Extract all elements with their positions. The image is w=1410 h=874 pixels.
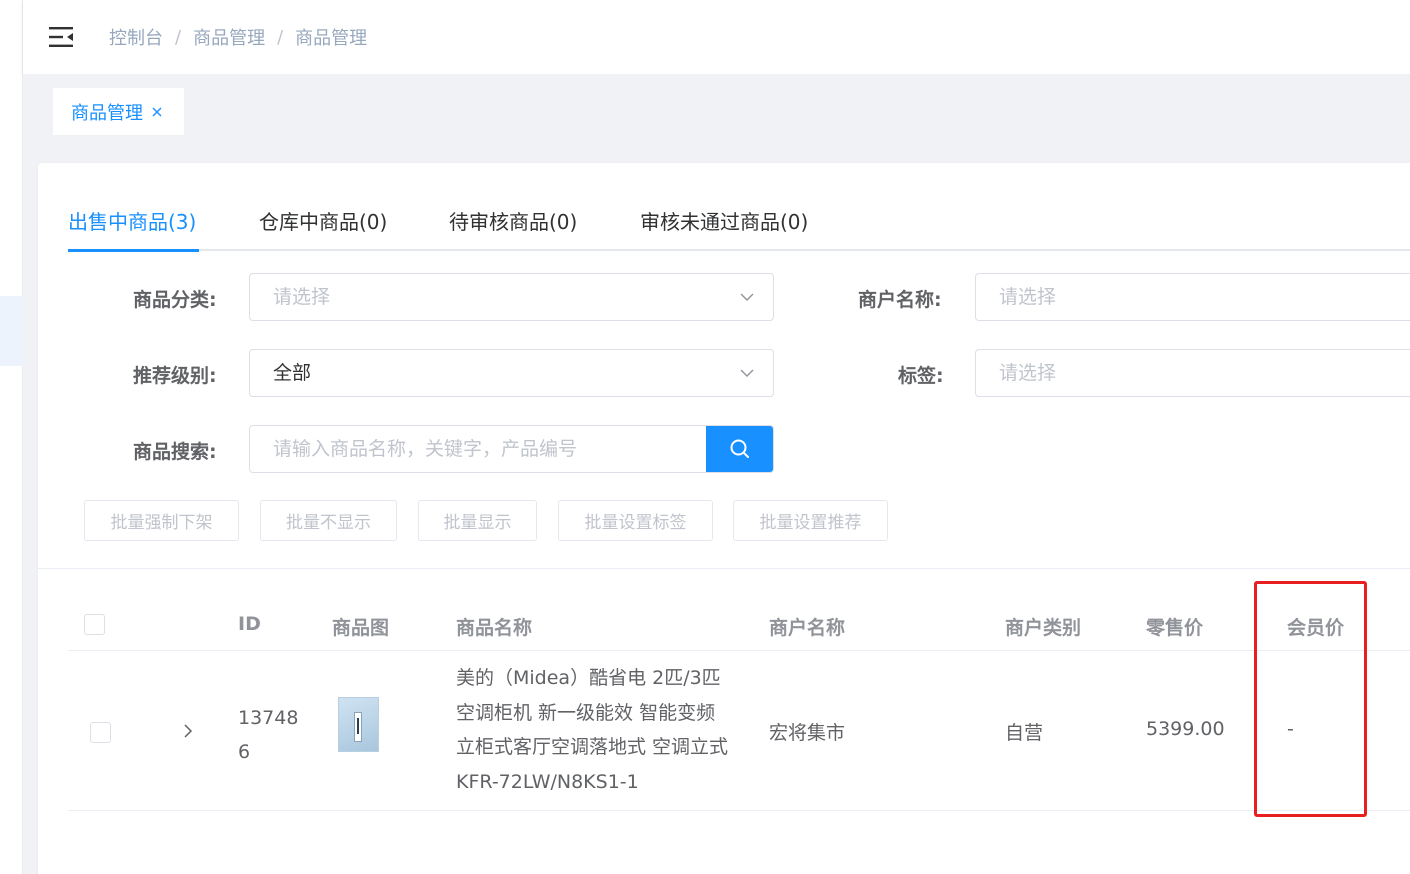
cell-id-line: 13748 [238, 707, 299, 729]
search-group [249, 425, 774, 473]
table-row[interactable]: 13748 6 美的（Midea）酷省电 2匹/3匹 空调柜机 新一级能效 智能… [68, 651, 1410, 811]
row-checkbox[interactable] [90, 722, 111, 743]
recommend-label: 推荐级别: [133, 365, 217, 387]
tab-review-rejected[interactable]: 审核未通过商品(0) [640, 207, 808, 251]
search-input[interactable] [250, 426, 707, 472]
close-icon[interactable] [151, 106, 163, 118]
cell-member-price: - [1287, 718, 1294, 740]
batch-hide-button[interactable]: 批量不显示 [260, 500, 397, 541]
cell-merchant: 宏将集市 [769, 722, 846, 744]
product-name-line: 立柜式客厅空调落地式 空调立式 [456, 736, 729, 758]
tab-on-sale[interactable]: 出售中商品(3) [68, 207, 196, 251]
column-name: 商品名称 [456, 617, 533, 639]
column-merchant: 商户名称 [769, 617, 846, 639]
select-all-checkbox[interactable] [84, 614, 105, 635]
category-label: 商品分类: [133, 289, 217, 311]
product-thumbnail[interactable] [338, 697, 379, 752]
cell-merchant-type: 自营 [1005, 722, 1044, 744]
breadcrumb-item-current: 商品管理 [295, 28, 368, 49]
search-label: 商品搜索: [133, 441, 217, 463]
merchant-label: 商户名称: [858, 289, 942, 311]
menu-fold-icon[interactable] [49, 26, 75, 48]
batch-set-recommend-button[interactable]: 批量设置推荐 [733, 500, 888, 541]
breadcrumb-separator: / [175, 26, 182, 48]
tag-filter-label: 标签: [898, 365, 944, 387]
product-name-line: 美的（Midea）酷省电 2匹/3匹 [456, 667, 721, 689]
table-header: ID 商品图 商品名称 商户名称 商户类别 零售价 会员价 [68, 595, 1410, 651]
tag-select[interactable]: 请选择 [975, 349, 1410, 397]
tab-active-indicator [68, 249, 199, 252]
sidebar-collapsed [0, 0, 23, 874]
section-divider [38, 568, 1410, 569]
batch-force-offshelf-button[interactable]: 批量强制下架 [84, 500, 239, 541]
chevron-right-icon[interactable] [180, 723, 196, 739]
tab-in-warehouse[interactable]: 仓库中商品(0) [259, 207, 387, 251]
status-tabs: 出售中商品(3) 仓库中商品(0) 待审核商品(0) 审核未通过商品(0) [68, 207, 1410, 252]
cell-id: 13748 6 [238, 701, 298, 769]
breadcrumb-item-goods[interactable]: 商品管理 [193, 24, 265, 50]
column-image: 商品图 [332, 617, 390, 639]
sidebar-active-item[interactable] [0, 296, 23, 366]
category-select[interactable]: 请选择 [249, 273, 774, 321]
batch-set-tags-button[interactable]: 批量设置标签 [558, 500, 713, 541]
column-member-price: 会员价 [1287, 617, 1345, 639]
tag-placeholder: 请选择 [999, 362, 1057, 384]
product-name-line: KFR-72LW/N8KS1-1 [456, 770, 639, 793]
cell-product-name: 美的（Midea）酷省电 2匹/3匹 空调柜机 新一级能效 智能变频 立柜式客厅… [456, 661, 728, 799]
tab-pending-review[interactable]: 待审核商品(0) [449, 207, 577, 251]
column-id: ID [238, 613, 261, 635]
product-name-line: 空调柜机 新一级能效 智能变频 [456, 701, 716, 724]
thumbnail-product-detail [357, 718, 359, 734]
recommend-value: 全部 [273, 362, 312, 384]
main-card: 出售中商品(3) 仓库中商品(0) 待审核商品(0) 审核未通过商品(0) 商品… [38, 163, 1410, 874]
merchant-placeholder: 请选择 [999, 286, 1057, 308]
search-button[interactable] [706, 426, 773, 472]
breadcrumb-item-dashboard[interactable]: 控制台 [109, 24, 163, 50]
cell-retail-price: 5399.00 [1146, 718, 1225, 740]
tags-view-bar: 商品管理 [23, 74, 1410, 148]
search-icon [730, 439, 749, 458]
breadcrumb-separator: / [277, 26, 284, 48]
category-placeholder: 请选择 [273, 286, 331, 308]
chevron-down-icon [740, 369, 754, 377]
column-merchant-type: 商户类别 [1005, 617, 1082, 639]
merchant-select[interactable]: 请选择 [975, 273, 1410, 321]
recommend-select[interactable]: 全部 [249, 349, 774, 397]
chevron-down-icon [740, 293, 754, 301]
breadcrumb: 控制台 / 商品管理 / 商品管理 [109, 24, 367, 50]
batch-show-button[interactable]: 批量显示 [418, 500, 537, 541]
tag-label: 商品管理 [71, 102, 143, 124]
cell-id-line: 6 [238, 741, 251, 763]
column-retail-price: 零售价 [1146, 617, 1204, 639]
tag-goods-management[interactable]: 商品管理 [53, 88, 184, 135]
top-navbar: 控制台 / 商品管理 / 商品管理 [23, 0, 1410, 74]
